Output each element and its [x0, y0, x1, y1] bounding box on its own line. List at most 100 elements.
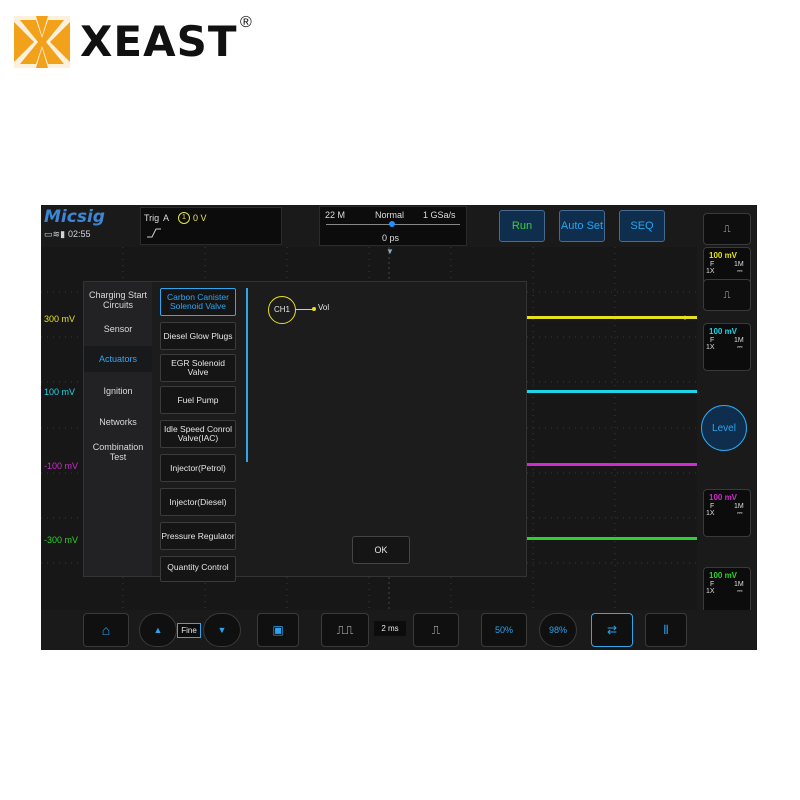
- waveform-area[interactable]: ▼ 300 mV 100 mV -100 mV -300 mV ◂ Chargi…: [41, 247, 697, 610]
- subitem-list: Carbon Canister Solenoid Valve Diesel Gl…: [156, 282, 242, 582]
- probe-dot: [312, 307, 316, 311]
- battery-icon: ▮: [60, 229, 66, 239]
- measure-icon[interactable]: ⇄: [591, 613, 633, 647]
- save-icon[interactable]: ▣: [257, 613, 299, 647]
- subitem-carbon-canister[interactable]: Carbon Canister Solenoid Valve: [160, 288, 236, 316]
- status-time: 02:55: [68, 229, 91, 239]
- trigger-position-icon: ▼: [386, 247, 394, 256]
- micsig-logo: Micsig: [44, 207, 105, 227]
- ninety-eight-percent-button[interactable]: 98%: [539, 613, 577, 647]
- volt-label-1: 300 mV: [44, 314, 76, 324]
- volt-label-2: 100 mV: [44, 387, 76, 397]
- acquisition-panel[interactable]: 22 M Normal 1 GSa/s 0 ps: [319, 206, 467, 246]
- subitem-diesel-glow-plugs[interactable]: Diesel Glow Plugs: [160, 322, 236, 350]
- pulse-icon-2[interactable]: ⎍: [703, 279, 751, 311]
- ch3-scale: 100 mV: [709, 493, 738, 502]
- rising-edge-icon: [147, 228, 161, 238]
- timebase-value: 2 ms: [374, 621, 406, 636]
- xeast-logo-icon: [14, 16, 70, 68]
- trigger-source: A: [163, 213, 170, 223]
- ch3-coupling: F: [710, 503, 715, 510]
- channel-2-box[interactable]: 100 mV F 1M 1X ⎓: [703, 323, 751, 371]
- trigger-level-icon[interactable]: ◂: [681, 312, 691, 322]
- run-button[interactable]: Run: [499, 210, 545, 242]
- top-toolbar: Micsig ▭≋▮ 02:55 Trig A 1 0 V 22 M Norma…: [41, 205, 757, 247]
- pulse-icon[interactable]: ⎍: [703, 213, 751, 245]
- category-combination[interactable]: Combination Test: [84, 442, 152, 466]
- ch4-impedance: 1M: [734, 581, 744, 588]
- autoset-button[interactable]: Auto Set: [559, 210, 605, 242]
- trigger-panel[interactable]: Trig A 1 0 V: [140, 207, 282, 245]
- channel-4-box[interactable]: 100 mV F 1M 1X ⎓: [703, 567, 751, 615]
- subitem-idle-speed-valve[interactable]: Idle Speed Conrol Valve(IAC): [160, 420, 236, 448]
- bottom-toolbar: ⌂ ▲ Fine ▼ ▣ ⎍⎍ 2 ms ⎍ 50% 98% ⇄ ⦀: [41, 610, 757, 650]
- volt-label-3: -100 mV: [44, 461, 79, 471]
- ch4-probe: 1X: [706, 588, 715, 595]
- timebase-decrease-icon[interactable]: ⎍⎍: [321, 613, 369, 647]
- trace-ch4: [525, 537, 697, 540]
- down-arrow-icon[interactable]: ▼: [203, 613, 241, 647]
- subitem-pressure-regulator[interactable]: Pressure Regulator: [160, 522, 236, 550]
- right-panel: ⎍ 100 mV F 1M 1X ⎓ ⎍ 100 mV F 1M 1X ⎓ Le…: [697, 205, 757, 650]
- probe-channel-node: CH1: [268, 296, 296, 324]
- ch1-coupling: F: [710, 261, 715, 268]
- seq-button[interactable]: SEQ: [619, 210, 665, 242]
- ch2-coupling: F: [710, 337, 715, 344]
- fine-toggle[interactable]: Fine: [177, 623, 201, 638]
- ch4-coupling: F: [710, 581, 715, 588]
- ch3-impedance: 1M: [734, 503, 744, 510]
- trigger-channel-badge: 1: [178, 212, 190, 224]
- probe-signal-label: Vol: [318, 303, 330, 312]
- trace-ch3: [525, 463, 697, 466]
- category-ignition[interactable]: Ignition: [84, 386, 152, 400]
- category-charging[interactable]: Charging Start Circuits: [84, 288, 152, 314]
- category-sensor[interactable]: Sensor: [84, 324, 152, 338]
- category-list: Charging Start Circuits Sensor Actuators…: [84, 282, 152, 576]
- registered-mark: ®: [240, 14, 252, 31]
- subitem-injector-diesel[interactable]: Injector(Diesel): [160, 488, 236, 516]
- ch3-probe: 1X: [706, 510, 715, 517]
- level-button[interactable]: Level: [701, 405, 747, 451]
- brand-header: XEAST ®: [14, 14, 254, 70]
- volt-label-4: -300 mV: [44, 535, 79, 545]
- trace-ch2: [525, 390, 697, 393]
- ch2-dc-icon: ⎓: [737, 344, 743, 351]
- trigger-label: Trig: [144, 213, 160, 223]
- subitem-injector-petrol[interactable]: Injector(Petrol): [160, 454, 236, 482]
- fifty-percent-button[interactable]: 50%: [481, 613, 527, 647]
- acquisition-mode: Normal: [375, 210, 405, 220]
- ch4-dc-icon: ⎓: [737, 588, 743, 595]
- category-networks[interactable]: Networks: [84, 417, 152, 431]
- ch2-probe: 1X: [706, 344, 715, 351]
- horizontal-position: 0 ps: [382, 233, 400, 243]
- home-icon[interactable]: ⌂: [83, 613, 129, 647]
- subitem-quantity-control[interactable]: Quantity Control: [160, 556, 236, 582]
- menu-icon[interactable]: ⦀: [645, 613, 687, 647]
- ch1-scale: 100 mV: [709, 251, 738, 260]
- channel-3-box[interactable]: 100 mV F 1M 1X ⎓: [703, 489, 751, 537]
- ch3-dc-icon: ⎓: [737, 510, 743, 517]
- brand-name: XEAST: [80, 17, 238, 66]
- ch1-impedance: 1M: [734, 261, 744, 268]
- sample-rate: 1 GSa/s: [423, 210, 456, 220]
- subitem-egr-valve[interactable]: EGR Solenoid Valve: [160, 354, 236, 382]
- wifi-icon: ≋: [52, 229, 61, 239]
- ch4-scale: 100 mV: [709, 571, 738, 580]
- ch1-probe: 1X: [706, 268, 715, 275]
- up-arrow-icon[interactable]: ▲: [139, 613, 177, 647]
- status-icons: ▭≋▮: [44, 229, 65, 240]
- ch2-impedance: 1M: [734, 337, 744, 344]
- subitem-scrollbar[interactable]: [246, 288, 248, 462]
- subitem-fuel-pump[interactable]: Fuel Pump: [160, 386, 236, 414]
- automotive-test-dialog: Charging Start Circuits Sensor Actuators…: [83, 281, 527, 582]
- monitor-icon: ▭: [44, 229, 53, 239]
- trace-ch1: [525, 316, 697, 319]
- timebase-increase-icon[interactable]: ⎍: [413, 613, 459, 647]
- oscilloscope-screen: Micsig ▭≋▮ 02:55 Trig A 1 0 V 22 M Norma…: [41, 205, 757, 650]
- ok-button[interactable]: OK: [352, 536, 410, 564]
- ch2-scale: 100 mV: [709, 327, 738, 336]
- category-actuators[interactable]: Actuators: [84, 346, 152, 372]
- memory-marker: [389, 221, 395, 227]
- memory-depth: 22 M: [325, 210, 346, 220]
- trigger-value: 0 V: [193, 213, 207, 223]
